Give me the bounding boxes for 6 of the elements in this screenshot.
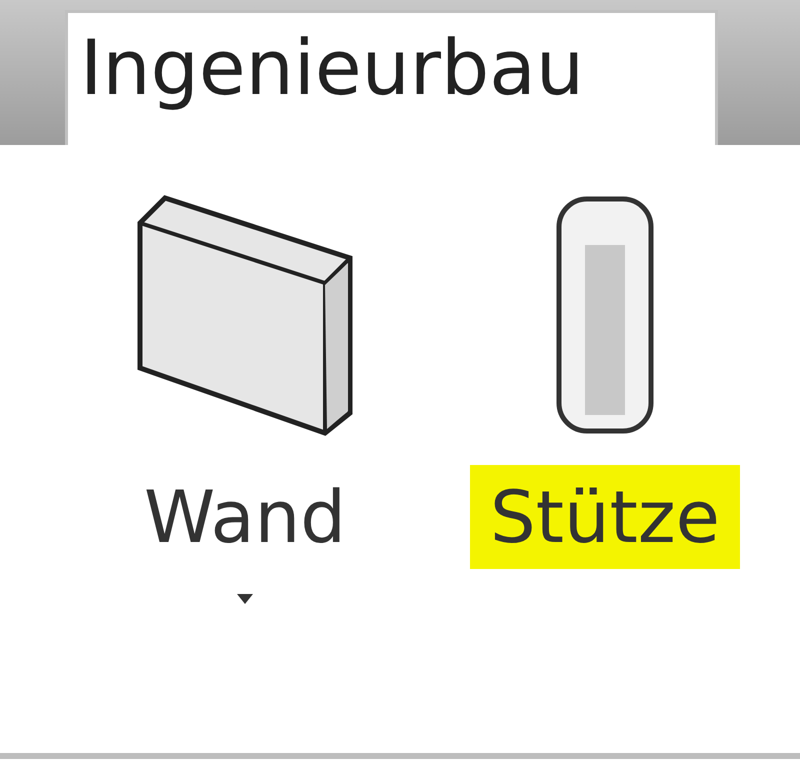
column-icon — [555, 195, 655, 435]
tool-button[interactable]: Stütze — [470, 465, 740, 569]
wall-icon — [135, 192, 355, 438]
ribbon-tab[interactable]: Ingenieurbau — [65, 10, 718, 145]
tool-button[interactable]: Wand — [124, 465, 366, 569]
caret-icon[interactable] — [237, 594, 253, 604]
